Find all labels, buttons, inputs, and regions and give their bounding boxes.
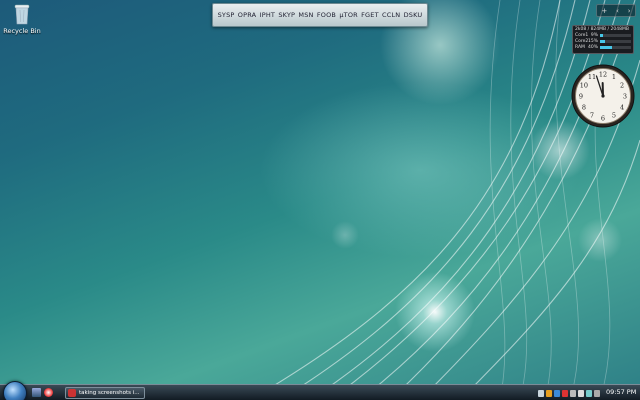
taskbar-window-label: taking screenshots i...	[79, 390, 140, 396]
opera-icon	[68, 389, 76, 397]
recycle-bin[interactable]: Recycle Bin	[2, 3, 42, 35]
launcher-bar: SYSP OPRA IPHT SKYP MSN FOOB µTOR FGET C…	[212, 3, 428, 27]
tray-arrow-icon[interactable]	[538, 389, 544, 397]
meter-bar	[600, 46, 631, 49]
recycle-bin-icon	[13, 3, 31, 25]
power-icon[interactable]	[594, 389, 600, 397]
clock-numeral: 7	[590, 111, 594, 119]
desktop: Recycle Bin SYSP OPRA IPHT SKYP MSN FOOB…	[0, 0, 640, 400]
volume-icon[interactable]	[578, 389, 584, 397]
meter-row-percent: 40%	[588, 45, 599, 50]
clock-gadget[interactable]: 12 1 2 3 4 5 6 7 8 9 10 11	[571, 64, 635, 128]
recycle-bin-label: Recycle Bin	[3, 27, 41, 35]
system-tray	[538, 387, 608, 399]
clock-numeral: 10	[580, 81, 588, 89]
launcher-item-ccln[interactable]: CCLN	[382, 11, 400, 19]
next-gadget-button[interactable]: ›	[628, 7, 631, 15]
meter-bar	[600, 34, 631, 37]
meter-bar-fill	[600, 40, 605, 43]
add-gadget-button[interactable]: +	[601, 7, 607, 15]
tray-alert-icon[interactable]	[562, 389, 568, 397]
clock-numeral: 11	[588, 73, 596, 81]
launcher-item-utor[interactable]: µTOR	[339, 11, 358, 19]
gadget-controls: + ‹ ›	[596, 4, 636, 17]
taskbar-clock[interactable]: 09:57 PM	[606, 388, 636, 396]
windows-orb-icon[interactable]	[3, 381, 27, 400]
launcher-item-dsku[interactable]: DSKU	[404, 11, 423, 19]
meter-row-name: RAM	[575, 45, 585, 50]
wallpaper-swirl	[249, 0, 640, 400]
launcher-item-opra[interactable]: OPRA	[238, 11, 257, 19]
launcher-item-sysp[interactable]: SYSP	[218, 11, 235, 19]
tray-network-icon[interactable]	[554, 389, 560, 397]
clock-numeral: 9	[579, 92, 583, 100]
tray-app-icon[interactable]	[570, 389, 576, 397]
launcher-item-ipht[interactable]: IPHT	[260, 11, 276, 19]
tray-app-icon[interactable]	[546, 389, 552, 397]
clock-numeral: 6	[601, 114, 605, 122]
meter-row-ram: RAM 40%	[575, 45, 631, 50]
meter-bar	[600, 40, 631, 43]
clock-numeral: 12	[599, 70, 607, 78]
clock-numeral: 2	[620, 81, 624, 89]
launcher-item-msn[interactable]: MSN	[298, 11, 313, 19]
clock-numeral: 5	[612, 111, 616, 119]
prev-gadget-button[interactable]: ‹	[616, 7, 619, 15]
tray-app-icon[interactable]	[586, 389, 592, 397]
launcher-item-fget[interactable]: FGET	[361, 11, 379, 19]
meter-bar-fill	[600, 46, 613, 49]
meter-row-percent: 15%	[588, 39, 599, 44]
taskbar-window-button[interactable]: taking screenshots i...	[65, 387, 145, 399]
meter-bar-fill	[600, 34, 603, 37]
meter-row-percent: 9%	[590, 33, 598, 38]
clock-numeral: 3	[623, 92, 627, 100]
launcher-item-foob[interactable]: FOOB	[317, 11, 336, 19]
clock-face: 12 12 3 45678 9 1011	[571, 64, 635, 128]
meter-row-name: Core2	[575, 39, 589, 44]
launcher-item-skyp[interactable]: SKYP	[278, 11, 295, 19]
memory-readout: 2k08 / 824MB / 2048MB	[575, 27, 629, 32]
show-desktop-icon[interactable]	[32, 388, 41, 397]
cpu-meter-gadget[interactable]: 2k08 / 824MB / 2048MB Core1 9% Core2 15%…	[572, 25, 634, 54]
meter-row-core2: Core2 15%	[575, 39, 631, 44]
meter-row-core1: Core1 9%	[575, 33, 631, 38]
clock-numeral: 4	[620, 103, 624, 111]
meter-row-name: Core1	[575, 33, 589, 38]
clock-numeral: 1	[612, 73, 616, 81]
clock-numeral: 8	[582, 103, 586, 111]
taskbar: taking screenshots i... 09:57 PM	[0, 381, 640, 400]
browser-icon[interactable]	[44, 388, 53, 397]
